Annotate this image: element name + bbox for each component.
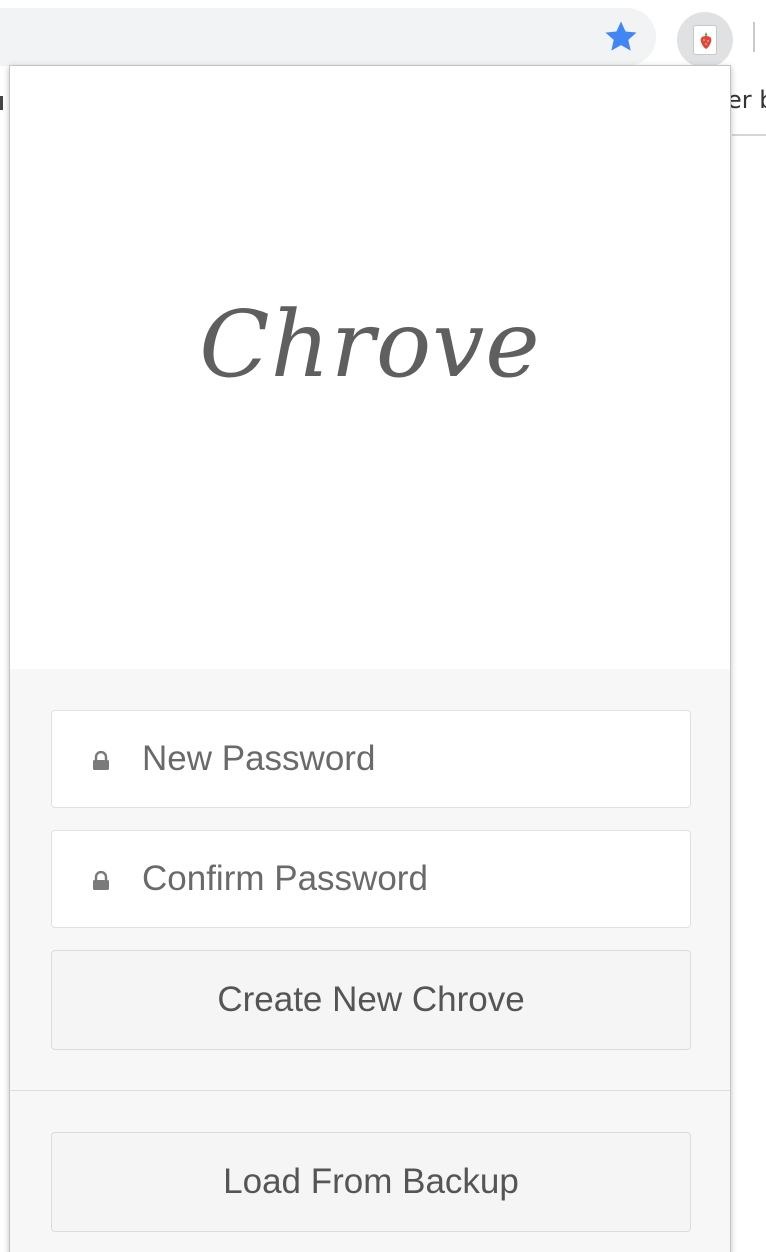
app-logo: Chrove xyxy=(199,291,541,398)
confirm-password-input[interactable] xyxy=(142,831,662,927)
background-edge xyxy=(0,96,3,110)
strawberry-icon xyxy=(693,25,717,55)
extension-popup: Chrove Create New Chrove Load From Backu… xyxy=(9,65,731,1252)
new-password-input[interactable] xyxy=(142,711,662,807)
new-password-field[interactable] xyxy=(51,710,691,808)
star-icon[interactable] xyxy=(602,18,640,56)
toolbar-divider xyxy=(753,22,755,52)
lock-icon xyxy=(93,751,109,770)
background-page-text: er b xyxy=(727,86,766,114)
extension-button[interactable] xyxy=(677,12,733,68)
logo-area: Chrove xyxy=(10,66,730,669)
section-divider xyxy=(10,1090,730,1091)
lock-icon xyxy=(93,871,109,890)
create-new-chrove-button[interactable]: Create New Chrove xyxy=(51,950,691,1050)
confirm-password-field[interactable] xyxy=(51,830,691,928)
address-bar[interactable] xyxy=(0,8,656,66)
load-from-backup-button[interactable]: Load From Backup xyxy=(51,1132,691,1232)
screen: er b Chrove Create New Chrove xyxy=(0,0,766,1252)
background-rule xyxy=(732,134,766,136)
setup-form: Create New Chrove Load From Backup xyxy=(10,669,730,1252)
